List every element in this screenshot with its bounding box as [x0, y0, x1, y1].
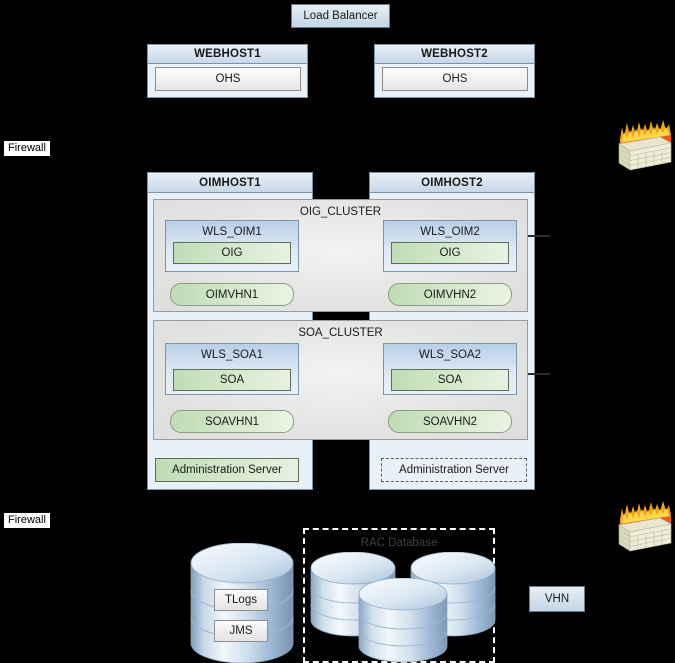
- tlogs-tag: TLogs: [214, 589, 268, 611]
- wls-soa1-label: WLS_SOA1: [201, 349, 263, 361]
- oimhost2-header: OIMHOST2: [369, 172, 535, 193]
- oimvhn2-pill[interactable]: OIMVHN2: [388, 283, 512, 306]
- soa-cluster-connector: [528, 373, 550, 375]
- webhost1-header: WEBHOST1: [147, 44, 308, 64]
- admin-server-active-label: Administration Server: [172, 464, 282, 476]
- rac-node-3-database-cylinder-icon: [356, 577, 450, 663]
- webhost2-ohs-label: OHS: [442, 73, 468, 85]
- oimvhn2-label: OIMVHN2: [423, 288, 477, 301]
- admin-server-standby-label: Administration Server: [399, 464, 509, 476]
- oimvhn1-label: OIMVHN1: [205, 288, 259, 301]
- load-balancer-label: Load Balancer: [303, 9, 378, 22]
- webhost1-ohs-box[interactable]: OHS: [155, 67, 301, 91]
- jms-label: JMS: [229, 625, 253, 637]
- oig-app-1-label: OIG: [221, 247, 243, 259]
- firewall-bottom-text: Firewall: [8, 514, 46, 526]
- firewall-label-bottom: Firewall: [3, 512, 51, 530]
- wls-oim1-label: WLS_OIM1: [202, 226, 262, 238]
- oig-app-2-box[interactable]: OIG: [391, 242, 509, 264]
- webhost1-name: WEBHOST1: [194, 48, 261, 60]
- vhn-label: VHN: [544, 592, 570, 605]
- oimhost1-name: OIMHOST1: [199, 176, 261, 189]
- jms-tag: JMS: [214, 620, 268, 642]
- soa-app-1-label: SOA: [219, 374, 245, 386]
- webhost2-name: WEBHOST2: [421, 48, 488, 60]
- firewall-top-text: Firewall: [8, 142, 46, 154]
- firewall-brick-flame-icon-top: [616, 113, 674, 175]
- soa-app-2-label: SOA: [437, 374, 463, 386]
- webhost2-header: WEBHOST2: [374, 44, 535, 64]
- firewall-label-top: Firewall: [3, 140, 51, 158]
- oig-cluster-connector: [528, 235, 550, 237]
- admin-server-standby-box[interactable]: Administration Server: [381, 458, 527, 482]
- oimvhn1-pill[interactable]: OIMVHN1: [170, 283, 294, 306]
- wls-soa2-label: WLS_SOA2: [419, 349, 481, 361]
- oig-cluster-label: OIG_CLUSTER: [299, 206, 382, 218]
- tlogs-label: TLogs: [225, 594, 257, 606]
- webhost1-ohs-label: OHS: [215, 73, 241, 85]
- firewall-brick-flame-icon-bottom: [616, 494, 674, 556]
- soavhn1-pill[interactable]: SOAVHN1: [170, 410, 294, 433]
- soavhn2-pill[interactable]: SOAVHN2: [388, 410, 512, 433]
- admin-server-active-box[interactable]: Administration Server: [155, 458, 299, 482]
- oig-app-2-label: OIG: [439, 247, 461, 259]
- webhost2-ohs-box[interactable]: OHS: [382, 67, 528, 91]
- soa-app-1-box[interactable]: SOA: [173, 369, 291, 391]
- rac-database-label: RAC Database: [360, 537, 438, 549]
- soa-cluster-label: SOA_CLUSTER: [298, 327, 383, 339]
- oimhost2-name: OIMHOST2: [421, 176, 483, 189]
- soa-app-2-box[interactable]: SOA: [391, 369, 509, 391]
- oimhost1-header: OIMHOST1: [147, 172, 313, 193]
- wls-oim2-label: WLS_OIM2: [420, 226, 480, 238]
- load-balancer-box[interactable]: Load Balancer: [291, 4, 390, 28]
- vhn-box[interactable]: VHN: [529, 586, 585, 612]
- soavhn1-label: SOAVHN1: [204, 415, 260, 428]
- soavhn2-label: SOAVHN2: [422, 415, 478, 428]
- architecture-diagram: Load Balancer WEBHOST1 OHS WEBHOST2 OHS …: [0, 0, 675, 663]
- oig-app-1-box[interactable]: OIG: [173, 242, 291, 264]
